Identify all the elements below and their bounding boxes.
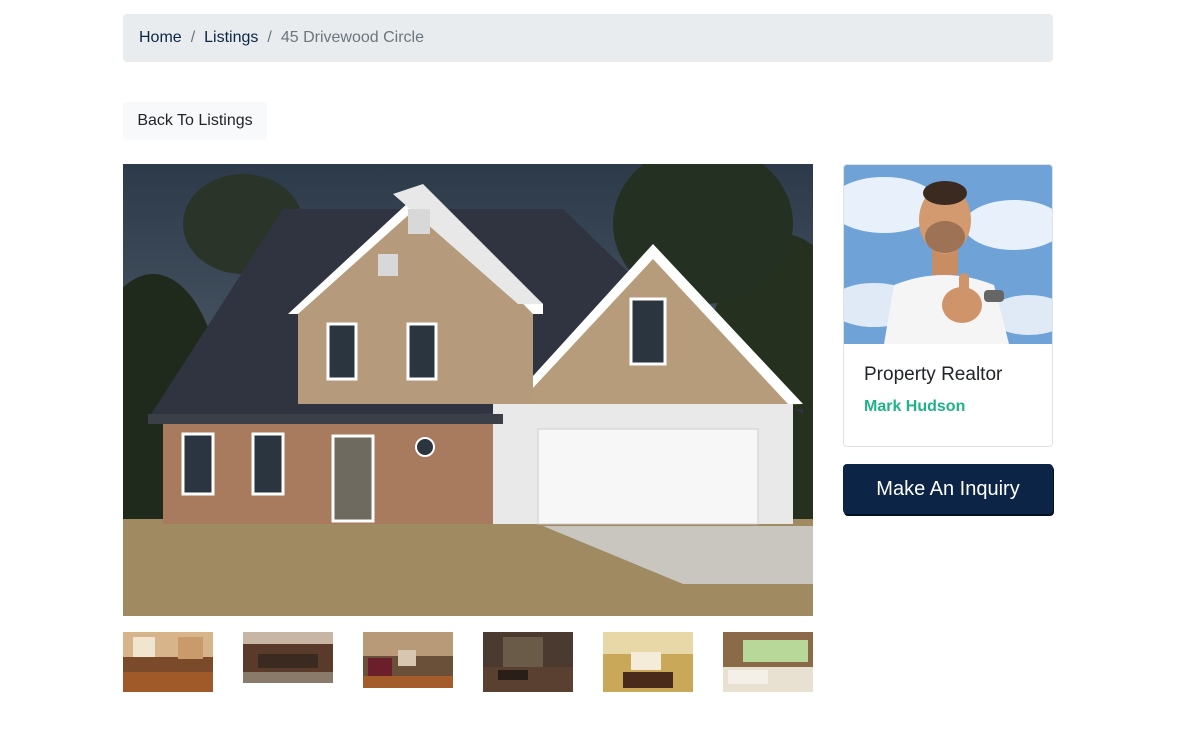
thumbnail-image xyxy=(123,632,213,692)
thumbnail-game-room[interactable] xyxy=(603,632,693,692)
breadcrumb-current: 45 Drivewood Circle xyxy=(280,29,425,46)
thumbnail-image xyxy=(243,632,333,683)
breadcrumb-separator: / xyxy=(267,29,272,46)
thumbnail-dining-room[interactable] xyxy=(483,632,573,692)
photo-thumbnails xyxy=(123,632,813,692)
breadcrumb-home-link[interactable]: Home xyxy=(139,29,182,47)
breadcrumb: Home / Listings / 45 Drivewood Circle xyxy=(123,14,1053,62)
thumbnail-image xyxy=(723,632,813,692)
thumbnail-image xyxy=(603,632,693,692)
make-inquiry-button[interactable]: Make An Inquiry xyxy=(843,464,1053,514)
breadcrumb-listings-link[interactable]: Listings xyxy=(204,29,258,47)
thumbnail-image xyxy=(483,632,573,692)
realtor-card: Property Realtor Mark Hudson xyxy=(843,164,1053,447)
listing-main-photo xyxy=(123,164,813,616)
breadcrumb-separator: / xyxy=(190,29,196,46)
realtor-photo xyxy=(844,165,1052,344)
thumbnail-sunroom[interactable] xyxy=(723,632,813,692)
thumbnail-family-room[interactable] xyxy=(363,632,453,688)
house-photo xyxy=(123,164,813,616)
thumbnail-living-room[interactable] xyxy=(243,632,333,683)
back-to-listings-button[interactable]: Back To Listings xyxy=(123,102,267,140)
realtor-name: Mark Hudson xyxy=(864,398,966,415)
thumbnail-image xyxy=(363,632,453,688)
thumbnail-kitchen[interactable] xyxy=(123,632,213,692)
realtor-title: Property Realtor xyxy=(864,364,1003,385)
